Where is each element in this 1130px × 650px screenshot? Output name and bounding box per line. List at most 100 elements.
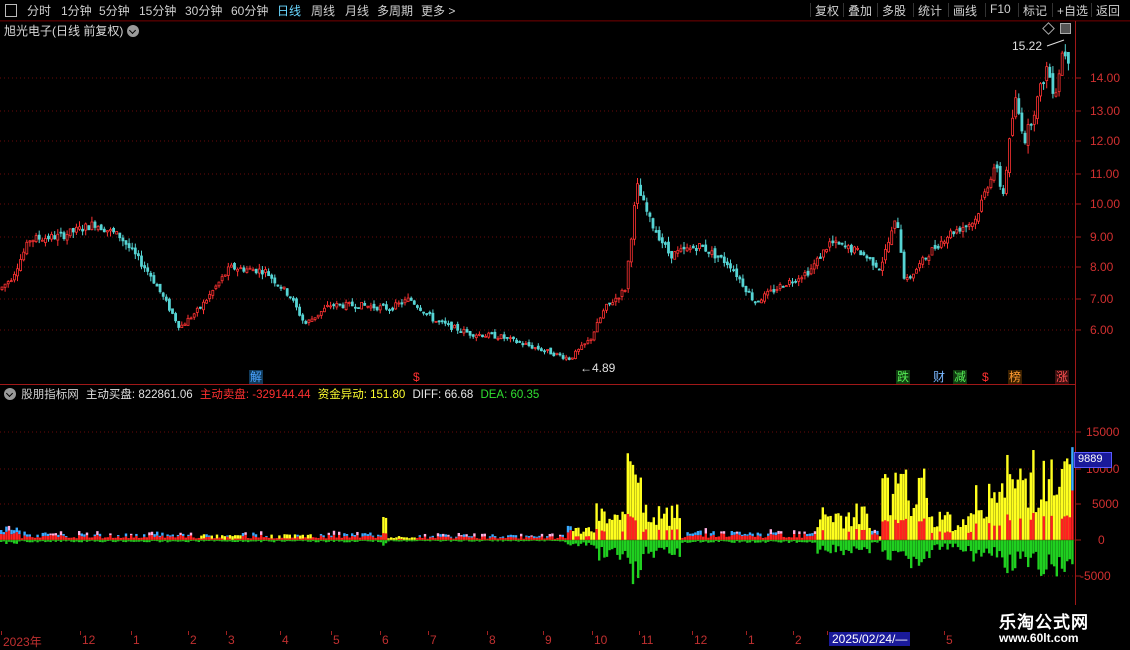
candle-body (744, 285, 748, 293)
candle-body (279, 286, 283, 289)
sell-bar (611, 540, 614, 550)
buy-bar (156, 535, 159, 540)
sell-bar (241, 540, 245, 542)
buy-bar (592, 532, 596, 540)
buy-bar (39, 537, 42, 540)
buy-bar (54, 535, 57, 540)
indicator-name[interactable]: 股朋指标网 (21, 389, 79, 401)
buy-bar (296, 536, 299, 540)
buy-bar (712, 534, 715, 540)
buy-bar (15, 532, 18, 540)
buy-cap-bar (62, 533, 65, 536)
sell-bar (746, 540, 749, 543)
candle-body (850, 244, 853, 253)
event-marker-0[interactable]: 解 (249, 370, 264, 384)
buy-bar (1011, 479, 1014, 540)
sell-bar (104, 540, 107, 542)
buy-bar (816, 527, 819, 540)
candle-body (369, 305, 373, 309)
buy-red-bar (665, 530, 668, 540)
buy-bar (509, 536, 512, 540)
date-axis[interactable]: 2023年 12 1 2 3 4 5 6 7 8 9 10 11 12 1 2 2025/02/24/— 5 (0, 631, 1130, 650)
candle-body (1014, 97, 1018, 118)
candle-body (825, 249, 828, 253)
buy-bar (176, 536, 180, 540)
buy-cap-bar (462, 534, 466, 537)
dea-value: 60.35 (510, 389, 540, 401)
event-marker-4[interactable]: 减 (953, 370, 968, 384)
buy-cap-bar (364, 533, 367, 536)
sell-bar (881, 540, 884, 552)
event-marker-1[interactable]: $ (412, 370, 421, 384)
candle-body (518, 341, 522, 343)
candle-body (974, 218, 977, 225)
buy-bar (218, 537, 221, 540)
event-marker-6[interactable]: 榜 (1008, 370, 1023, 384)
candle-body (1011, 117, 1014, 136)
sell-bar (629, 540, 632, 564)
buy-bar (514, 537, 518, 540)
buy-bar (62, 535, 65, 540)
sell-bar (587, 540, 590, 543)
candle-body (936, 245, 940, 249)
sell-bar (816, 540, 819, 554)
sell-bar (1063, 540, 1066, 572)
date-label-13: 12 (694, 633, 708, 647)
watermark: 乐淘公式网 www.60lt.com (985, 605, 1130, 650)
buy-bar (566, 532, 570, 540)
candle-body (161, 292, 165, 297)
buy-bar (140, 537, 143, 540)
buy-bar (852, 517, 856, 540)
event-marker-7[interactable]: 涨 (1055, 370, 1070, 384)
candle-body (896, 222, 900, 228)
kline-chart[interactable]: 15.22 ←4.89 (0, 0, 1130, 650)
indicator-header: 股朋指标网 主动买盘: 822861.06 主动卖盘: -329144.44 资… (0, 386, 543, 402)
buy-cap-bar (808, 533, 811, 536)
buy-cap-bar (501, 536, 505, 538)
buy-bar (559, 536, 562, 540)
candle-body (1060, 52, 1064, 76)
sell-bar (314, 540, 317, 543)
chevron-down-icon[interactable] (4, 388, 16, 400)
buy-bar (798, 534, 801, 540)
event-marker-5[interactable]: $ (981, 370, 990, 384)
candle-body (37, 234, 41, 240)
buy-bar (738, 534, 741, 540)
candle-body (341, 304, 345, 309)
sell-bar (655, 540, 658, 551)
candle-body (357, 307, 360, 309)
candle-body (220, 276, 224, 282)
sell-bar (283, 540, 286, 542)
buy-cap-bar (343, 533, 346, 537)
buy-bar (104, 537, 107, 540)
buy-bar (985, 516, 988, 540)
buy-cap-bar (161, 532, 164, 536)
candle-body (409, 297, 413, 301)
candle-body (217, 281, 221, 287)
candle-body (254, 268, 258, 274)
candle-body (477, 333, 481, 336)
diff-value: 66.68 (444, 389, 474, 401)
buy-bar (647, 521, 650, 540)
buy-cap-bar (512, 535, 515, 538)
buy-bar (1024, 478, 1027, 540)
buy-bar (709, 535, 713, 540)
candle-body (629, 238, 633, 263)
sell-bar (1045, 540, 1048, 570)
buy-bar (137, 537, 141, 540)
buy-cap-bar (712, 531, 715, 535)
sell-bar (925, 540, 928, 552)
sell-bar (1024, 540, 1027, 558)
buy-bar (907, 500, 910, 540)
sell-bar (595, 540, 598, 549)
sell-bar (683, 540, 687, 542)
date-tick (331, 631, 332, 635)
buy-cap-bar (179, 532, 182, 536)
candle-body (381, 303, 385, 306)
event-marker-3[interactable]: 财 (932, 370, 947, 384)
buy-cap-bar (709, 533, 713, 536)
buy-bar (465, 536, 468, 540)
buy-cap-bar (241, 533, 245, 537)
buy-bar (728, 536, 731, 540)
event-marker-2[interactable]: 跌 (896, 370, 911, 384)
